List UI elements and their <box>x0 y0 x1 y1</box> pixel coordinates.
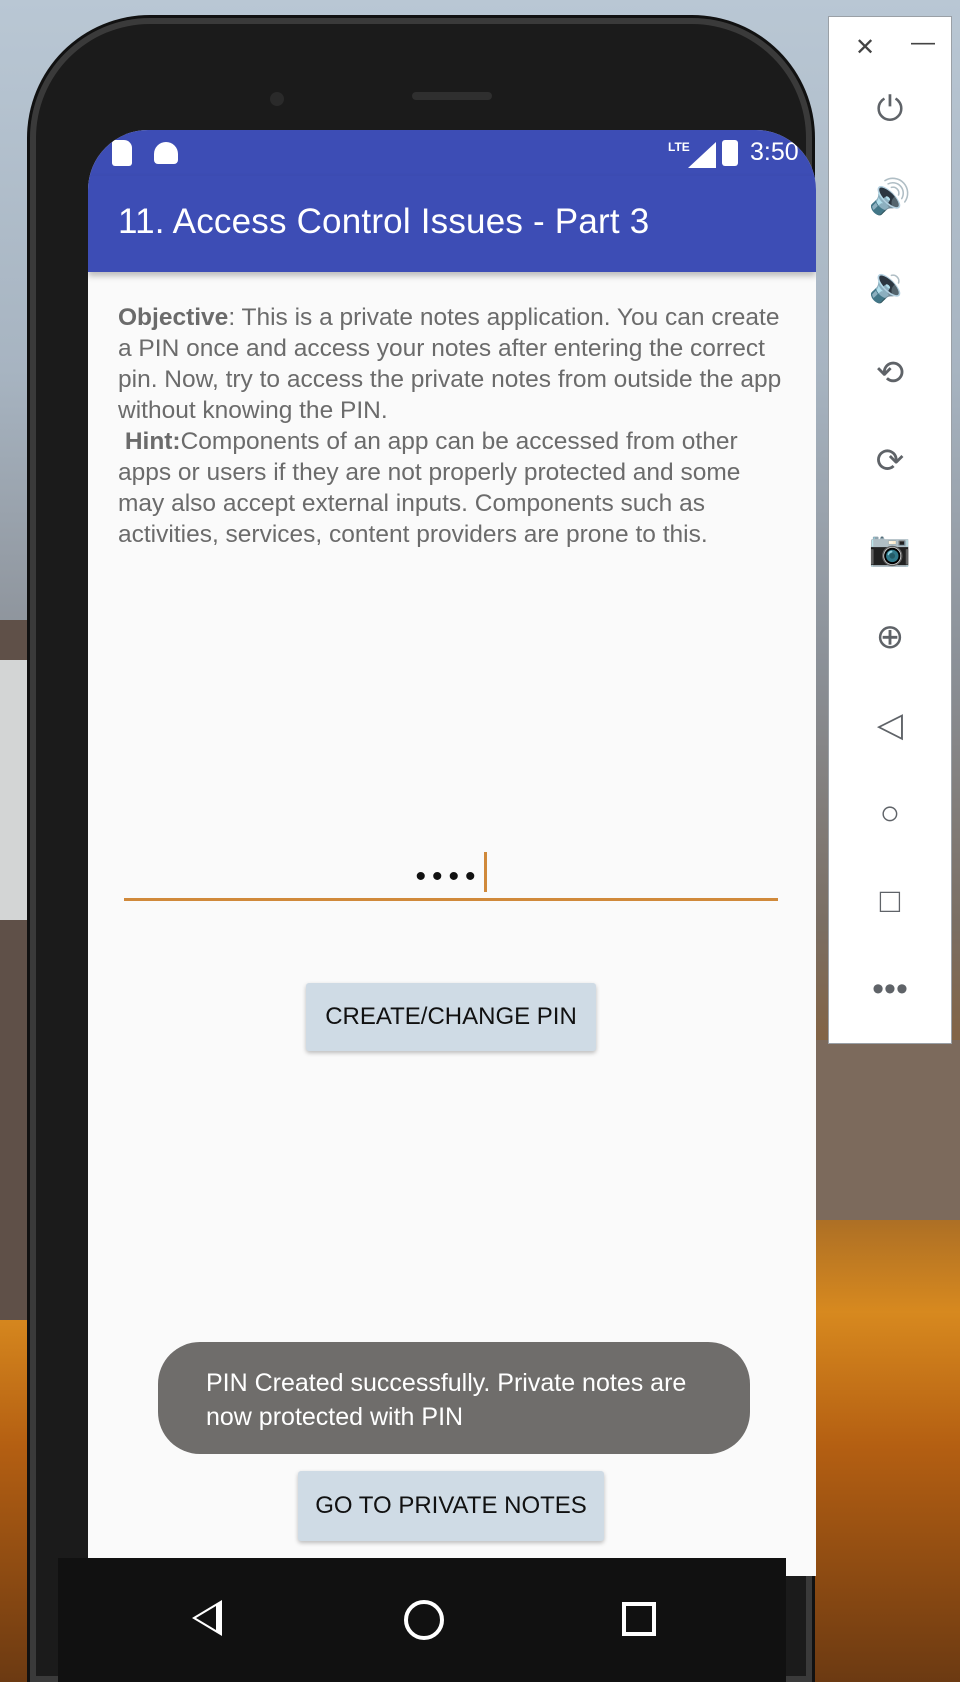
phone-screen: LTE 3:50 11. Access Control Issues - Par… <box>88 130 816 1576</box>
page-title: 11. Access Control Issues - Part 3 <box>118 202 650 241</box>
overview-icon[interactable]: □ <box>865 879 915 923</box>
objective-label: Objective <box>118 304 229 331</box>
background-rock-right <box>812 1040 960 1220</box>
battery-icon <box>722 140 738 166</box>
power-icon[interactable]: ⏻ <box>865 87 915 131</box>
volume-up-icon[interactable]: 🔊 <box>865 175 915 219</box>
home-icon[interactable]: ○ <box>865 791 915 835</box>
camera-icon[interactable]: 📷 <box>865 527 915 571</box>
status-clock: 3:50 <box>750 138 799 166</box>
emulator-toolbar: ✕ — ⏻ 🔊 🔉 ⟲ ⟳ 📷 ⊕ ◁ ○ □ ••• <box>828 16 952 1044</box>
more-icon[interactable]: ••• <box>865 967 915 1011</box>
lte-icon: LTE <box>668 140 690 154</box>
rotate-left-icon[interactable]: ⟲ <box>865 351 915 395</box>
hint-label: Hint: <box>124 428 181 455</box>
status-bar: LTE 3:50 <box>88 130 816 176</box>
hint-body: Components of an app can be accessed fro… <box>118 428 741 548</box>
signal-icon <box>688 142 716 168</box>
nav-recents-icon[interactable] <box>622 1602 656 1636</box>
phone-device: LTE 3:50 11. Access Control Issues - Par… <box>30 18 816 1682</box>
toast-message: PIN Created successfully. Private notes … <box>158 1342 750 1454</box>
pin-masked-value: •••• <box>415 860 482 893</box>
close-icon[interactable]: ✕ <box>855 33 875 62</box>
text-caret <box>483 852 487 892</box>
nav-home-icon[interactable] <box>404 1600 444 1640</box>
go-to-private-notes-button[interactable]: GO TO PRIVATE NOTES <box>298 1471 604 1541</box>
android-icon <box>154 142 178 164</box>
rotate-right-icon[interactable]: ⟳ <box>865 439 915 483</box>
navigation-bar <box>58 1558 786 1682</box>
back-icon[interactable]: ◁ <box>865 703 915 747</box>
zoom-icon[interactable]: ⊕ <box>865 615 915 659</box>
front-camera <box>270 92 284 106</box>
pin-input[interactable]: •••• <box>124 852 778 901</box>
earpiece-speaker <box>412 92 492 100</box>
volume-down-icon[interactable]: 🔉 <box>865 263 915 307</box>
app-bar: 11. Access Control Issues - Part 3 <box>88 176 816 272</box>
nav-back-icon[interactable] <box>192 1600 222 1636</box>
create-change-pin-button[interactable]: CREATE/CHANGE PIN <box>306 983 596 1051</box>
sd-card-icon <box>112 140 132 166</box>
toast-text: PIN Created successfully. Private notes … <box>206 1369 687 1431</box>
minimize-icon[interactable]: — <box>911 29 935 57</box>
objective-text: Objective: This is a private notes appli… <box>88 272 816 550</box>
